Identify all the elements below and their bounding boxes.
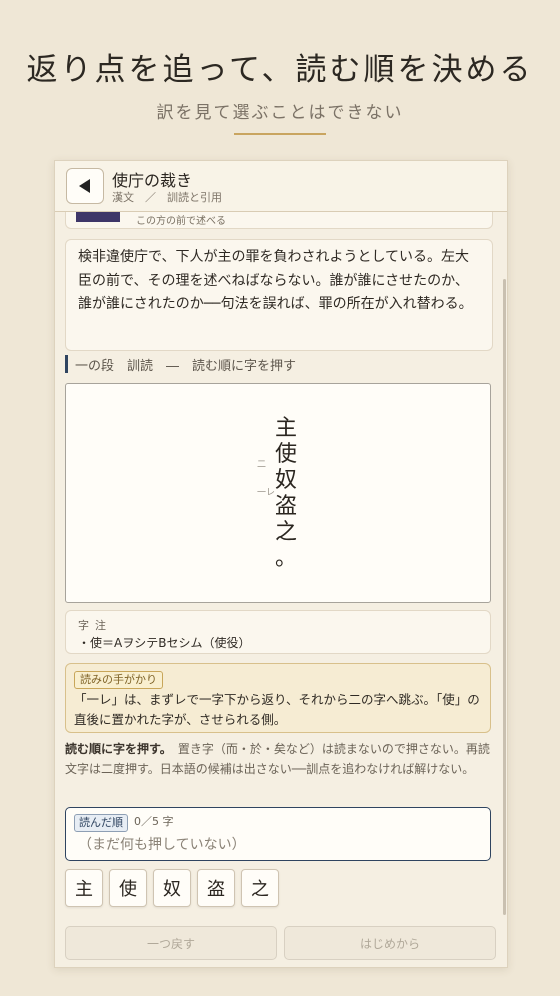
glossary-title: 字注 [78, 619, 112, 632]
kanbun-display: 主 使二 奴 盗一レ 之 。 [65, 383, 491, 603]
instruction-bold: 読む順に字を押す。 [65, 742, 166, 756]
hero-divider [234, 133, 326, 135]
kanbun-char: 。 [274, 546, 297, 571]
undo-button[interactable]: 一つ戻す [65, 926, 277, 960]
instruction-text: 読む順に字を押す。 置き字（而・於・矣など）は読まないので押さない。再読文字は二… [65, 739, 491, 779]
kanbun-char: 奴 [274, 468, 297, 493]
scrollbar[interactable] [503, 279, 506, 915]
kanbun-column: 主 使二 奴 盗一レ 之 。 [257, 416, 301, 572]
reading-order-box: 読んだ順 0／5 字 （まだ何も押していない） [65, 807, 491, 861]
kanbun-char: 使二 [257, 442, 297, 470]
kanbun-char: 主 [274, 416, 297, 441]
reading-order-tag: 読んだ順 [74, 814, 128, 832]
glossary-card: 字注 ・使＝AヲシテBセシム（使役） [65, 610, 491, 654]
reading-order-empty: （まだ何も押していない） [78, 837, 246, 853]
back-arrow-icon [79, 179, 90, 193]
hero-title: 返り点を追って、読む順を決める [26, 52, 534, 88]
char-tile[interactable]: 之 [241, 869, 279, 907]
kaeriten-mark: 一レ [257, 488, 276, 498]
kanbun-char: 之 [274, 520, 297, 545]
story-intro: 検非違使庁で、下人が主の罪を負わされようとしている。左大臣の前で、その理を述べね… [65, 239, 493, 351]
char-tile[interactable]: 使 [109, 869, 147, 907]
hint-text: 「一レ」は、まずレで一字下から返り、それから二の字へ跳ぶ。「使」の直後に置かれた… [74, 692, 480, 727]
reading-order-count: 0／5 字 [134, 815, 174, 828]
hint-tag: 読みの手がかり [74, 671, 163, 689]
partial-card-text: この方の前で述べる [136, 216, 226, 227]
restart-button[interactable]: はじめから [284, 926, 496, 960]
header-subtitle: 漢文 ／ 訓読と引用 [112, 191, 222, 204]
hint-card: 読みの手がかり 「一レ」は、まずレで一字下から返り、それから二の字へ跳ぶ。「使」… [65, 663, 491, 733]
app-panel: この方の前で述べる 使庁の裁き 漢文 ／ 訓読と引用 検非違使庁で、下人が主の罪… [54, 160, 508, 968]
header-title: 使庁の裁き [112, 171, 193, 190]
section-label: 一の段 訓読 ― 読む順に字を押す [65, 355, 296, 374]
hero-subtitle: 訳を見て選ぶことはできない [156, 103, 404, 123]
kaeriten-mark: 二 [257, 460, 267, 470]
glossary-text: ・使＝AヲシテBセシム（使役） [78, 636, 251, 650]
kanbun-char: 盗一レ [257, 488, 297, 519]
character-portrait [76, 212, 120, 222]
char-tile[interactable]: 奴 [153, 869, 191, 907]
char-tile[interactable]: 盗 [197, 869, 235, 907]
header: 使庁の裁き 漢文 ／ 訓読と引用 [55, 161, 507, 212]
back-button[interactable] [66, 168, 104, 204]
char-tile[interactable]: 主 [65, 869, 103, 907]
